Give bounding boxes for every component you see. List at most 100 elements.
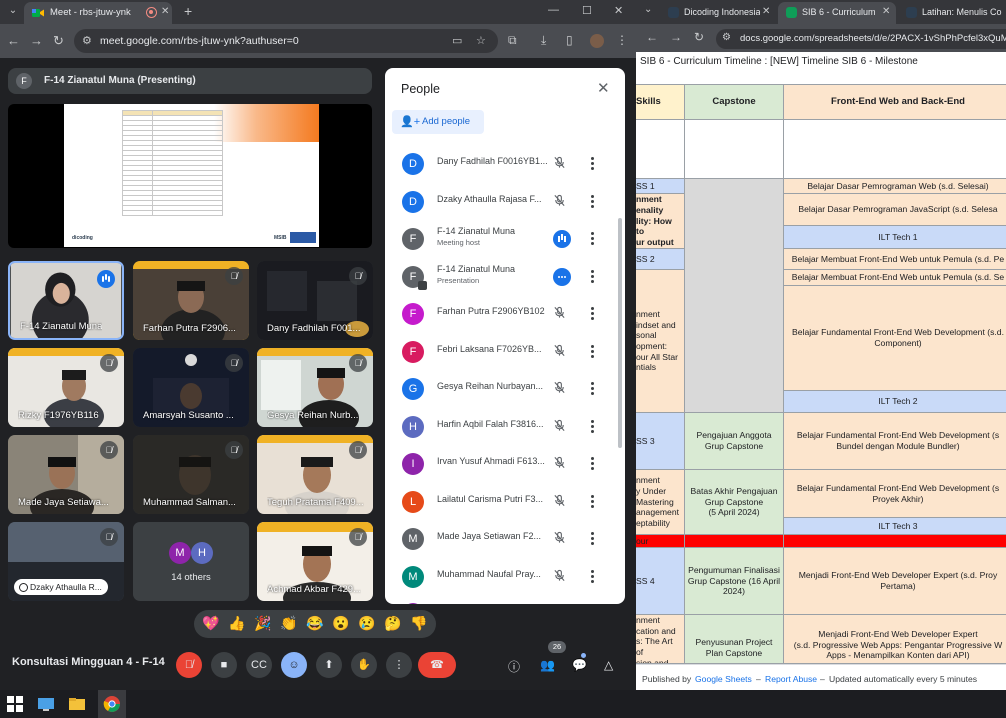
cell-b[interactable]: [684, 178, 784, 413]
meeting-details-icon[interactable]: ⓘ: [508, 658, 520, 675]
site-info-icon[interactable]: ⚙: [722, 32, 731, 43]
person-row[interactable]: G Gesya Reihan Nurbayan...: [385, 373, 625, 410]
muted-mic-icon[interactable]: [553, 194, 566, 210]
person-more-options-icon[interactable]: [590, 381, 594, 395]
address-bar[interactable]: ⚙ docs.google.com/spreadsheets/d/e/2PACX…: [716, 29, 1006, 49]
reaction-sad[interactable]: 😢: [358, 615, 375, 632]
person-row[interactable]: MMuhammad Rizaldy Alifi...: [385, 598, 625, 604]
leave-call-button[interactable]: ☎: [418, 652, 456, 678]
header-frontend[interactable]: Front-End Web and Back-End: [783, 84, 1006, 120]
person-more-options-icon[interactable]: [590, 156, 594, 170]
cell-c[interactable]: ILT Tech 3: [783, 517, 1006, 535]
participant-tile[interactable]: 🎙̸ Farhan Putra F2906...: [133, 261, 249, 340]
raise-hand-button[interactable]: ✋: [351, 652, 377, 678]
person-more-options-icon[interactable]: [590, 494, 594, 508]
browser-menu-icon[interactable]: ⋮: [616, 33, 628, 47]
cell-a[interactable]: SS 3: [636, 412, 685, 470]
participant-tile[interactable]: 🎙̸ Muhammad Salman...: [133, 435, 249, 514]
desktop-app-icon[interactable]: [37, 695, 55, 713]
tab-search-icon[interactable]: ⌄: [644, 4, 652, 15]
cell-c[interactable]: [783, 534, 1006, 548]
tab-dicoding[interactable]: Dicoding Indonesia ✕: [660, 2, 776, 24]
person-row[interactable]: H Harfin Aqbil Falah F3816...: [385, 411, 625, 448]
camera-permission-icon[interactable]: ▭: [452, 34, 462, 47]
cell-c[interactable]: Belajar Membuat Front-End Web untuk Pemu…: [783, 248, 1006, 270]
muted-mic-icon[interactable]: [553, 306, 566, 322]
mic-toggle-button[interactable]: 🎙̸: [176, 652, 202, 678]
present-button[interactable]: ⬆: [316, 652, 342, 678]
person-row[interactable]: I Irvan Yusuf Ahmadi F613...: [385, 448, 625, 485]
chat-icon[interactable]: 💬: [572, 658, 587, 672]
cell[interactable]: [783, 119, 1006, 179]
more-options-button[interactable]: ⋮: [386, 652, 412, 678]
google-sheets-link[interactable]: Google Sheets: [695, 674, 752, 684]
tab-latihan[interactable]: Latihan: Menulis Co...: [898, 2, 1006, 24]
cell-a[interactable]: nment indset and sonal opment: our All S…: [636, 269, 685, 413]
profile-avatar[interactable]: [590, 34, 604, 48]
cell-a[interactable]: nment enality lity: How to ur output: [636, 193, 685, 249]
emoji-button[interactable]: ☺: [281, 652, 307, 678]
address-bar[interactable]: ⚙ meet.google.com/rbs-jtuw-ynk?authuser=…: [74, 29, 498, 53]
person-more-options-icon[interactable]: [590, 231, 594, 245]
reaction-heart[interactable]: 💖: [202, 615, 219, 632]
new-tab-button[interactable]: +: [184, 3, 192, 19]
participant-tile[interactable]: F-14 Zianatul Muna: [8, 261, 124, 340]
participant-tile[interactable]: 🎙̸ Achmad Akbar F429...: [257, 522, 373, 601]
cell-a[interactable]: nment cation and s: The Art of sion and: [636, 614, 685, 664]
forward-button[interactable]: →: [30, 33, 43, 48]
reaction-laugh[interactable]: 😂: [306, 615, 323, 632]
muted-mic-icon[interactable]: [553, 569, 566, 585]
person-row[interactable]: F Febri Laksana F7026YB...: [385, 336, 625, 373]
person-row[interactable]: F F-14 Zianatul Muna Meeting host: [385, 223, 625, 260]
person-more-options-icon[interactable]: [590, 344, 594, 358]
download-icon[interactable]: ⤓: [541, 33, 546, 48]
cell-b[interactable]: Pengajuan Anggota Grup Capstone: [684, 412, 784, 470]
reaction-thumbs-up[interactable]: 👍: [228, 615, 245, 632]
person-row[interactable]: L Lailatul Carisma Putri F3...: [385, 486, 625, 523]
presentation-tile[interactable]: dicoding MSIB: [8, 104, 372, 248]
participant-tile[interactable]: 🎙̸ Gesya Reihan Nurb...: [257, 348, 373, 427]
header-capstone[interactable]: Capstone: [684, 84, 784, 120]
person-row[interactable]: D Dzaky Athaulla Rajasa F...: [385, 186, 625, 223]
bookmark-star-icon[interactable]: ☆: [476, 34, 486, 47]
cell-c[interactable]: ILT Tech 2: [783, 390, 1006, 413]
tab-close-icon[interactable]: ✕: [161, 6, 169, 17]
others-tile[interactable]: M H 14 others: [133, 522, 249, 601]
muted-mic-icon[interactable]: [553, 531, 566, 547]
cell-b[interactable]: [684, 534, 784, 548]
person-row[interactable]: M Muhammad Naufal Pray...: [385, 561, 625, 598]
tab-close-icon[interactable]: ✕: [762, 6, 770, 17]
tab-search-icon[interactable]: ⌄: [6, 4, 20, 18]
cell-a[interactable]: nment y Under Mastering anagement eptabi…: [636, 469, 685, 535]
cell-c[interactable]: ILT Tech 1: [783, 225, 1006, 249]
minimize-button[interactable]: —: [548, 4, 559, 16]
chrome-icon[interactable]: [103, 695, 121, 713]
cell-c[interactable]: Menjadi Front-End Web Developer Expert (…: [783, 547, 1006, 615]
person-more-options-icon[interactable]: [590, 194, 594, 208]
cell-b[interactable]: Batas Akhir Pengajuan Grup Capstone (5 A…: [684, 469, 784, 535]
camera-toggle-button[interactable]: ■: [211, 652, 237, 678]
close-panel-icon[interactable]: ✕: [597, 79, 610, 97]
person-more-options-icon[interactable]: [590, 569, 594, 583]
participant-tile[interactable]: 🎙̸ Rizky F1976YB116: [8, 348, 124, 427]
maximize-button[interactable]: ☐: [582, 4, 592, 17]
participant-tile[interactable]: 🎙̸ Dzaky Athaulla R...: [8, 522, 124, 601]
header-skills[interactable]: Skills: [636, 84, 685, 120]
muted-mic-icon[interactable]: [553, 381, 566, 397]
cell-c[interactable]: Belajar Fundamental Front-End Web Develo…: [783, 285, 1006, 391]
person-row[interactable]: D Dany Fadhilah F0016YB1...: [385, 148, 625, 185]
cell-a[interactable]: our: [636, 534, 685, 548]
tab-sheets[interactable]: SIB 6 - Curriculum T... ✕: [778, 2, 896, 24]
muted-mic-icon[interactable]: [553, 156, 566, 172]
captions-button[interactable]: CC: [246, 652, 272, 678]
reaction-thinking[interactable]: 🤔: [384, 615, 401, 632]
participant-tile[interactable]: 🎙̸ Dany Fadhilah F001...: [257, 261, 373, 340]
cell-a[interactable]: SS 1: [636, 178, 685, 194]
cell-b[interactable]: Penyusunan Project Plan Capstone: [684, 614, 784, 664]
extensions-icon[interactable]: ⧉: [508, 33, 517, 48]
muted-mic-icon[interactable]: [553, 419, 566, 435]
cell-c[interactable]: Belajar Dasar Pemrograman Web (s.d. Sele…: [783, 178, 1006, 194]
cell-c[interactable]: Belajar Dasar Pemrograman JavaScript (s.…: [783, 193, 1006, 226]
person-more-options-icon[interactable]: [590, 531, 594, 545]
reload-button[interactable]: ↻: [53, 33, 64, 49]
